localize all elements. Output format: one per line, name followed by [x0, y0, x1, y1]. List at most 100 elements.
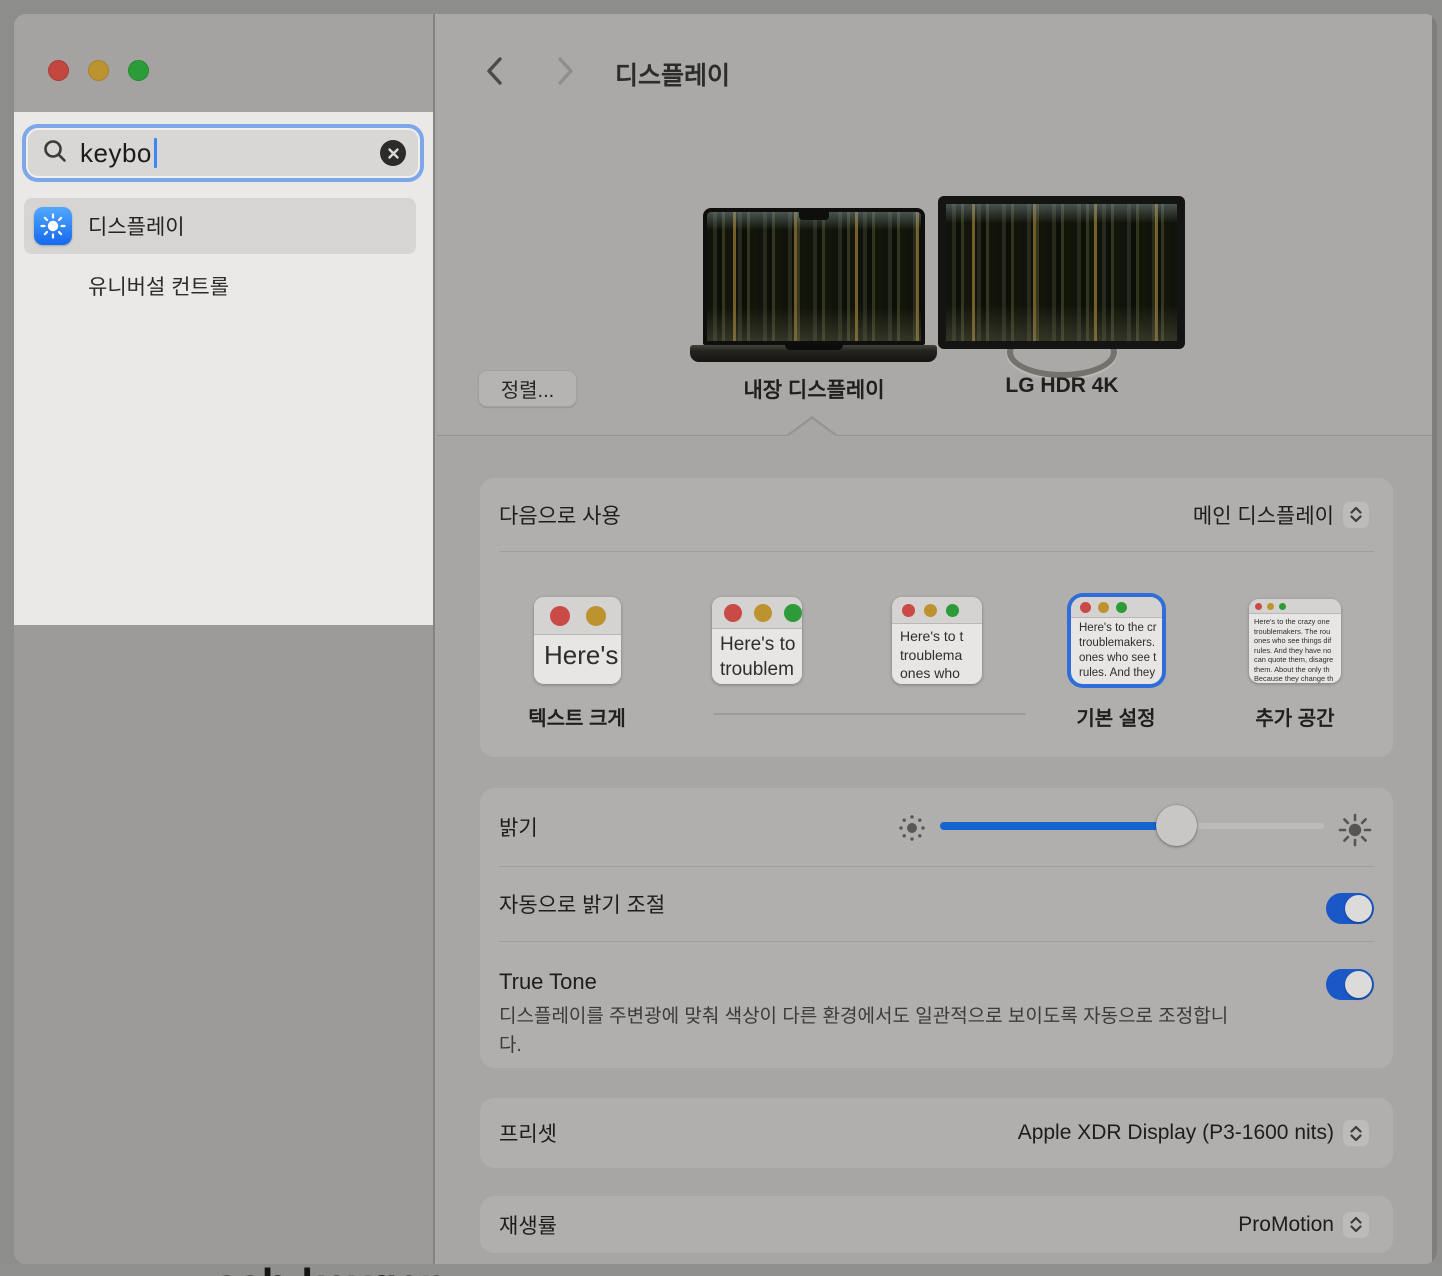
- wallpaper-forest: [946, 204, 1177, 341]
- mini-window-titlebar: [1249, 599, 1341, 614]
- scaling-label-larger-text: 텍스트 크게: [487, 702, 667, 731]
- auto-brightness-label: 자동으로 밝기 조절: [499, 889, 665, 919]
- scaling-option-3[interactable]: Here's to t troublema ones who: [892, 597, 982, 684]
- wallpaper-forest: [707, 212, 921, 341]
- mini-red-dot-icon: [1255, 603, 1262, 610]
- mini-yellow-dot-icon: [924, 604, 937, 617]
- auto-brightness-toggle[interactable]: [1326, 893, 1374, 924]
- refresh-rate-value[interactable]: ProMotion: [1238, 1213, 1334, 1237]
- back-button[interactable]: [477, 56, 511, 86]
- mini-green-dot-icon: [1279, 603, 1286, 610]
- system-settings-window: keybo: [14, 14, 1437, 1264]
- toggle-knob: [1345, 895, 1372, 922]
- search-results-panel: keybo: [14, 112, 433, 625]
- scaling-label-more-space: 추가 공간: [1205, 702, 1385, 731]
- search-result-displays[interactable]: 디스플레이: [24, 198, 416, 254]
- laptop-base: [690, 345, 937, 362]
- use-as-dropdown-stepper[interactable]: [1343, 502, 1369, 528]
- search-icon: [42, 138, 68, 169]
- mini-yellow-dot-icon: [1267, 603, 1274, 610]
- desktop-background: keybo: [0, 0, 1442, 1276]
- display-settings-pane: 디스플레이 내장 디스플레이 LG HDR 4K 정렬... 다음으로 사용: [437, 14, 1437, 1264]
- scaling-option-2[interactable]: Here's to troublem: [712, 597, 802, 684]
- search-input-inner[interactable]: keybo: [28, 130, 418, 176]
- zoom-traffic-light-button[interactable]: [128, 60, 149, 81]
- arrange-displays-button[interactable]: 정렬...: [478, 370, 577, 407]
- mini-red-dot-icon: [550, 606, 570, 626]
- row-separator: [499, 941, 1374, 942]
- use-as-row: 다음으로 사용 메인 디스플레이: [480, 478, 1393, 551]
- close-traffic-light-button[interactable]: [48, 60, 69, 81]
- true-tone-label: True Tone: [499, 969, 597, 995]
- mini-window-titlebar: [534, 597, 621, 635]
- mini-window-text: Here's to the cr troublemakers. ones who…: [1071, 618, 1162, 681]
- mini-green-dot-icon: [1116, 602, 1127, 613]
- brightness-slider-fill: [940, 822, 1175, 830]
- mini-red-dot-icon: [724, 604, 742, 622]
- preset-card: 프리셋 Apple XDR Display (P3-1600 nits): [480, 1098, 1393, 1168]
- mini-red-dot-icon: [1080, 602, 1091, 613]
- refresh-rate-label: 재생률: [499, 1210, 557, 1240]
- brightness-label: 밝기: [499, 812, 538, 842]
- scaling-option-more-space[interactable]: Here's to the crazy one troublemakers. T…: [1249, 599, 1341, 683]
- mini-window-titlebar: [712, 597, 802, 629]
- true-tone-description: 디스플레이를 주변광에 맞춰 색상이 다른 환경에서도 일관적으로 보이도록 자…: [499, 1002, 1244, 1060]
- mini-window-text: Here's: [534, 635, 621, 672]
- builtin-display-label: 내장 디스플레이: [684, 374, 944, 404]
- clear-search-button[interactable]: [380, 140, 406, 166]
- search-result-label: 디스플레이: [88, 211, 185, 241]
- forward-button[interactable]: [549, 56, 583, 86]
- sidebar: keybo: [14, 14, 435, 1264]
- search-result-label: 유니버설 컨트롤: [88, 271, 229, 301]
- true-tone-toggle[interactable]: [1326, 969, 1374, 1000]
- brightness-card: 밝기: [480, 788, 1393, 1068]
- search-input[interactable]: keybo: [22, 124, 424, 182]
- scaling-option-default-selected[interactable]: Here's to the cr troublemakers. ones who…: [1071, 597, 1162, 684]
- mini-yellow-dot-icon: [754, 604, 772, 622]
- text-caret: [154, 138, 157, 168]
- mini-window-text: Here's to t troublema ones who: [892, 624, 982, 683]
- display-thumbnail-builtin[interactable]: [703, 208, 925, 345]
- preset-dropdown-stepper[interactable]: [1343, 1120, 1369, 1146]
- refresh-rate-row: 재생률 ProMotion: [480, 1196, 1393, 1253]
- toggle-knob: [1345, 971, 1372, 998]
- window-titlebar: [14, 14, 433, 112]
- mini-green-dot-icon: [946, 604, 959, 617]
- minimize-traffic-light-button[interactable]: [88, 60, 109, 81]
- use-as-and-scaling-card: 다음으로 사용 메인 디스플레이: [480, 478, 1393, 757]
- mini-green-dot-icon: [784, 604, 802, 622]
- page-title: 디스플레이: [615, 56, 730, 92]
- camera-notch: [799, 212, 829, 220]
- popover-caret-icon: [787, 419, 837, 437]
- display-thumbnail-external[interactable]: [938, 196, 1185, 349]
- preset-label: 프리셋: [499, 1118, 557, 1148]
- mini-window-titlebar: [1071, 597, 1162, 618]
- background-window-strip: ssh-keygen: [0, 1264, 1442, 1276]
- preset-row: 프리셋 Apple XDR Display (P3-1600 nits): [480, 1098, 1393, 1168]
- external-display-label: LG HDR 4K: [932, 374, 1192, 398]
- brightness-slider-knob[interactable]: [1156, 805, 1197, 846]
- row-separator: [499, 551, 1374, 552]
- refresh-rate-card: 재생률 ProMotion: [480, 1196, 1393, 1253]
- mini-window-text: Here's to the crazy one troublemakers. T…: [1249, 614, 1341, 683]
- section-divider: [437, 435, 1437, 436]
- mini-window-text: Here's to troublem: [712, 629, 802, 682]
- display-brightness-icon: [34, 207, 72, 245]
- search-result-universal-control[interactable]: 유니버설 컨트롤: [24, 258, 416, 314]
- refresh-rate-dropdown-stepper[interactable]: [1343, 1212, 1369, 1238]
- window-edge-shadow: [1432, 14, 1437, 1264]
- brightness-bright-sun-icon: [1338, 813, 1372, 852]
- mini-yellow-dot-icon: [1098, 602, 1109, 613]
- scaling-option-larger-text[interactable]: Here's: [534, 597, 621, 684]
- use-as-value[interactable]: 메인 디스플레이: [1193, 500, 1334, 530]
- use-as-label: 다음으로 사용: [499, 500, 621, 530]
- mini-red-dot-icon: [902, 604, 915, 617]
- auto-brightness-row: 자동으로 밝기 조절: [480, 866, 1393, 941]
- brightness-dim-sun-icon: [897, 813, 927, 848]
- mini-yellow-dot-icon: [586, 606, 606, 626]
- scaling-label-default: 기본 설정: [1026, 702, 1206, 731]
- background-window-text: ssh-keygen: [215, 1260, 446, 1276]
- brightness-slider-track[interactable]: [940, 822, 1325, 830]
- mini-window-titlebar: [892, 597, 982, 624]
- preset-value[interactable]: Apple XDR Display (P3-1600 nits): [1018, 1121, 1334, 1145]
